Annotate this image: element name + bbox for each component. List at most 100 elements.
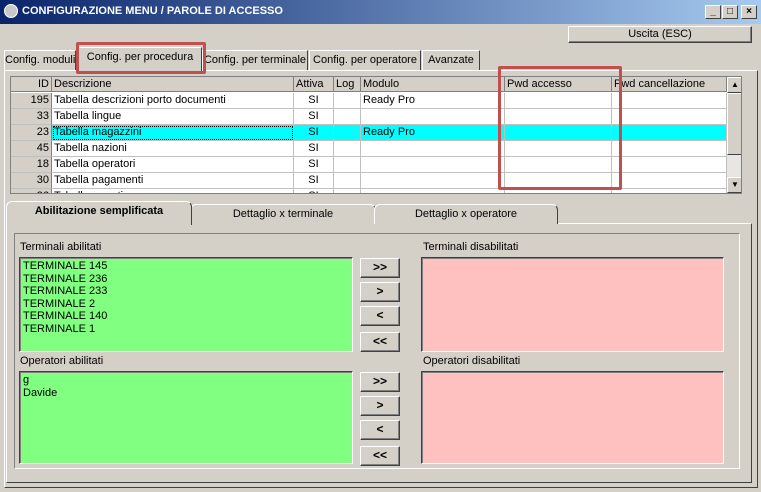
cell-log[interactable]	[334, 157, 361, 173]
cell-log[interactable]	[334, 93, 361, 109]
list-item[interactable]: TERMINALE 233	[23, 285, 349, 298]
tab-config-per-terminale[interactable]: Config. per terminale	[202, 50, 308, 70]
terminals-remove-all-button[interactable]: <<	[360, 332, 400, 352]
cell-descrizione[interactable]: Tabella lingue	[52, 109, 294, 125]
list-item[interactable]: TERMINALE 145	[23, 260, 349, 273]
cell-modulo[interactable]	[361, 189, 505, 193]
operators-disabled-label: Operatori disabilitati	[423, 355, 521, 367]
grid-header-attiva[interactable]: Attiva	[294, 77, 334, 92]
cell-modulo[interactable]	[361, 141, 505, 157]
cell-descrizione[interactable]: Tabella operatori	[52, 157, 294, 173]
cell-pwd-accesso[interactable]	[505, 189, 612, 193]
minimize-button[interactable]: _	[705, 5, 721, 19]
terminals-enabled-label: Terminali abilitati	[20, 241, 102, 253]
grid-header-log[interactable]: Log	[334, 77, 361, 92]
tab-config-per-operatore[interactable]: Config. per operatore	[309, 50, 421, 70]
list-item[interactable]: g	[23, 374, 349, 387]
cell-log[interactable]	[334, 173, 361, 189]
terminals-disabled-label: Terminali disabilitati	[423, 241, 519, 253]
cell-id[interactable]: 33	[11, 109, 52, 125]
cell-pwd-cancellazione[interactable]	[612, 125, 727, 141]
cell-attiva[interactable]: SI	[294, 173, 334, 189]
cell-attiva[interactable]: SI	[294, 157, 334, 173]
operators-remove-button[interactable]: <	[360, 420, 400, 440]
cell-pwd-cancellazione[interactable]	[612, 93, 727, 109]
cell-pwd-accesso[interactable]	[505, 141, 612, 157]
terminals-disabled-list[interactable]	[421, 257, 724, 352]
operators-enabled-list[interactable]: g Davide	[19, 371, 353, 464]
cell-modulo[interactable]: Ready Pro	[361, 125, 505, 141]
cell-log[interactable]	[334, 109, 361, 125]
cell-id[interactable]: 23	[11, 125, 52, 141]
terminals-add-button[interactable]: >	[360, 282, 400, 302]
cell-attiva[interactable]: SI	[294, 141, 334, 157]
list-item[interactable]: TERMINALE 1	[23, 323, 349, 336]
grid-header-id[interactable]: ID	[11, 77, 52, 92]
cell-descrizione[interactable]: Tabella reparti	[52, 189, 294, 193]
cell-log[interactable]	[334, 189, 361, 193]
cell-modulo[interactable]	[361, 157, 505, 173]
cell-descrizione[interactable]: Tabella descrizioni porto documenti	[52, 93, 294, 109]
cell-pwd-accesso[interactable]	[505, 173, 612, 189]
operators-remove-all-button[interactable]: <<	[360, 446, 400, 466]
cell-pwd-accesso[interactable]	[505, 125, 612, 141]
cell-id[interactable]: 18	[11, 157, 52, 173]
cell-attiva[interactable]: SI	[294, 125, 334, 141]
cell-modulo[interactable]: Ready Pro	[361, 93, 505, 109]
cell-pwd-accesso[interactable]	[505, 93, 612, 109]
tab-config-per-procedura[interactable]: Config. per procedura	[78, 47, 202, 71]
cell-pwd-cancellazione[interactable]	[612, 157, 727, 173]
cell-id[interactable]: 30	[11, 173, 52, 189]
tab-avanzate[interactable]: Avanzate	[422, 50, 480, 70]
cell-attiva[interactable]: SI	[294, 109, 334, 125]
grid-header-pwd-cancellazione[interactable]: Pwd cancellazione	[612, 77, 727, 92]
grid-header-descrizione[interactable]: Descrizione	[52, 77, 294, 92]
list-item[interactable]: TERMINALE 140	[23, 310, 349, 323]
cell-attiva[interactable]: SI	[294, 93, 334, 109]
grid-scrollbar[interactable]: ▲ ▼	[727, 77, 741, 193]
cell-modulo[interactable]	[361, 109, 505, 125]
operators-add-button[interactable]: >	[360, 396, 400, 416]
terminals-enabled-list[interactable]: TERMINALE 145 TERMINALE 236 TERMINALE 233 T…	[19, 257, 353, 352]
operators-add-all-button[interactable]: >>	[360, 372, 400, 392]
cell-descrizione[interactable]: Tabella magazzini	[52, 125, 294, 141]
tab-config-moduli[interactable]: Config. moduli	[4, 50, 76, 70]
cell-modulo[interactable]	[361, 173, 505, 189]
cell-id[interactable]: 195	[11, 93, 52, 109]
tab-abilitazione-semplificata[interactable]: Abilitazione semplificata	[6, 201, 192, 225]
cell-log[interactable]	[334, 141, 361, 157]
terminals-enabled-items: TERMINALE 145 TERMINALE 236 TERMINALE 233 T…	[23, 260, 349, 335]
scroll-thumb[interactable]	[727, 93, 741, 155]
list-item[interactable]: Davide	[23, 387, 349, 400]
exit-button[interactable]: Uscita (ESC)	[568, 26, 752, 43]
cell-descrizione[interactable]: Tabella nazioni	[52, 141, 294, 157]
cell-pwd-accesso[interactable]	[505, 157, 612, 173]
scroll-up-button[interactable]: ▲	[727, 77, 741, 93]
title-bar: CONFIGURAZIONE MENU / PAROLE DI ACCESSO …	[0, 0, 761, 24]
procedure-grid[interactable]: ID Descrizione Attiva Log Modulo Pwd acc…	[10, 76, 742, 194]
list-item[interactable]: TERMINALE 2	[23, 298, 349, 311]
terminals-remove-button[interactable]: <	[360, 306, 400, 326]
cell-pwd-cancellazione[interactable]	[612, 189, 727, 193]
window-title: CONFIGURAZIONE MENU / PAROLE DI ACCESSO	[22, 5, 283, 17]
close-button[interactable]: ×	[741, 5, 757, 19]
cell-id[interactable]: 26	[11, 189, 52, 193]
cell-pwd-accesso[interactable]	[505, 109, 612, 125]
tab-dettaglio-operatore[interactable]: Dettaglio x operatore	[374, 204, 558, 224]
cell-log[interactable]	[334, 125, 361, 141]
grid-header-pwd-accesso[interactable]: Pwd accesso	[505, 77, 612, 92]
list-item[interactable]: TERMINALE 236	[23, 273, 349, 286]
grid-header-modulo[interactable]: Modulo	[361, 77, 505, 92]
cell-id[interactable]: 45	[11, 141, 52, 157]
cell-pwd-cancellazione[interactable]	[612, 109, 727, 125]
operators-disabled-list[interactable]	[421, 371, 724, 464]
app-icon	[4, 4, 18, 18]
maximize-button[interactable]: □	[722, 5, 738, 19]
cell-attiva[interactable]: SI	[294, 189, 334, 193]
cell-pwd-cancellazione[interactable]	[612, 173, 727, 189]
cell-pwd-cancellazione[interactable]	[612, 141, 727, 157]
cell-descrizione[interactable]: Tabella pagamenti	[52, 173, 294, 189]
scroll-down-button[interactable]: ▼	[727, 177, 741, 193]
terminals-add-all-button[interactable]: >>	[360, 258, 400, 278]
tab-dettaglio-terminale[interactable]: Dettaglio x terminale	[190, 204, 376, 224]
